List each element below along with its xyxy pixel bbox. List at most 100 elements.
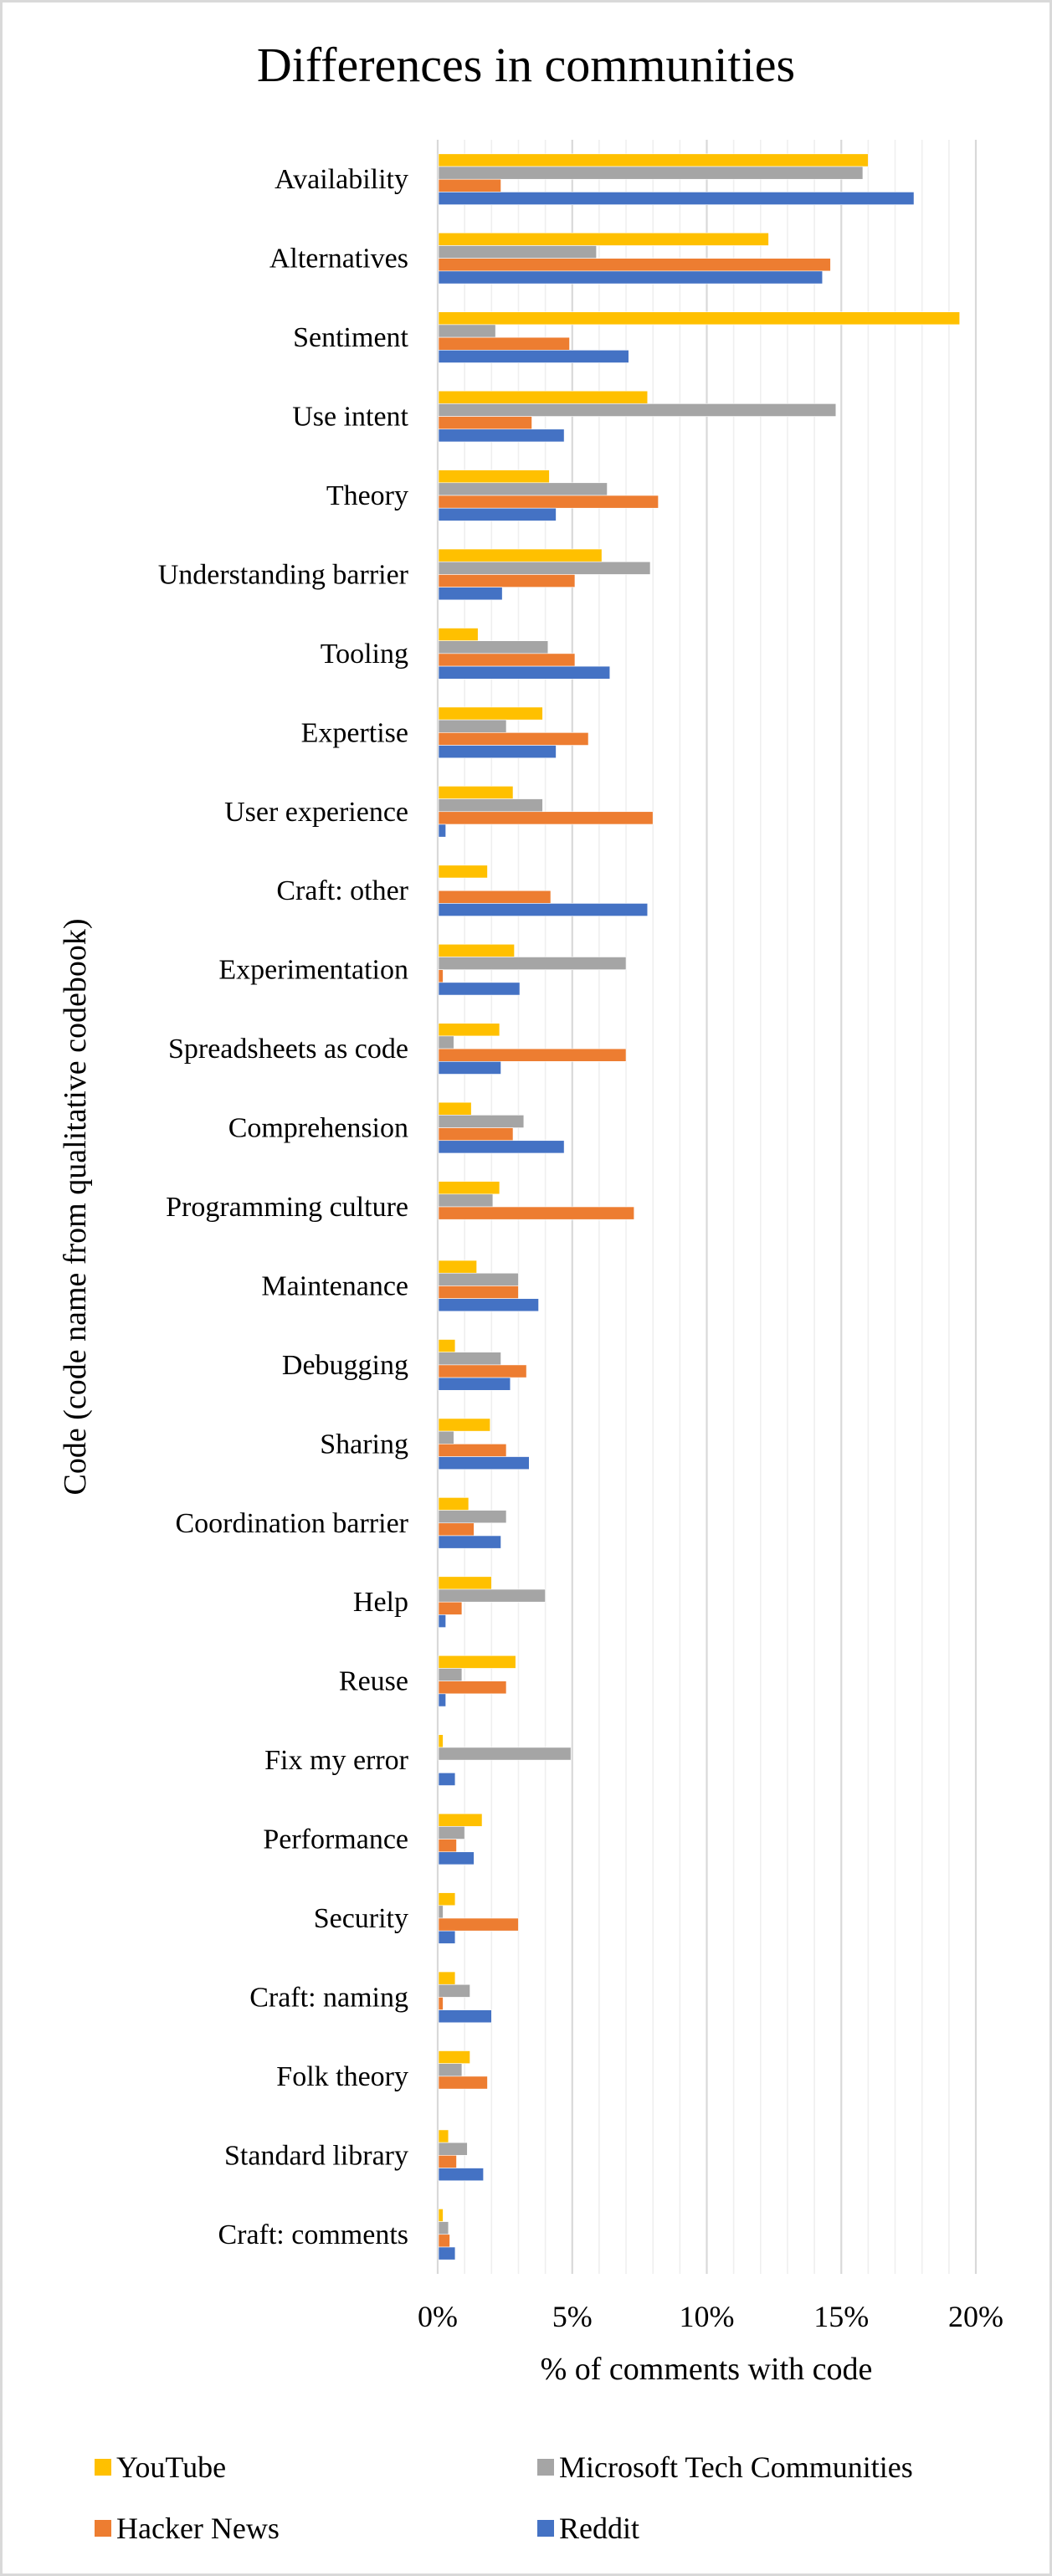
category-label-alternatives: Alternatives [269,244,408,275]
category-label-programming-culture: Programming culture [166,1192,408,1223]
bar-use-intent-reddit [438,428,565,443]
bar-performance-microsoft-tech-communities [438,1826,465,1840]
bar-debugging-microsoft-tech-communities [438,1352,501,1366]
bar-help-hacker-news [438,1601,463,1615]
bar-programming-culture-hacker-news [438,1206,634,1220]
category-label-reuse: Reuse [339,1666,408,1697]
category-label-use-intent: Use intent [292,402,408,433]
bar-theory-microsoft-tech-communities [438,482,608,496]
bar-craft-other-reddit [438,903,649,916]
bar-folk-theory-microsoft-tech-communities [438,2063,463,2077]
bar-experimentation-reddit [438,982,521,996]
bars [438,153,961,2260]
category-label-theory: Theory [326,480,408,511]
legend-label-youtube: YouTube [116,2450,227,2484]
bar-comprehension-reddit [438,1140,565,1154]
bar-understanding-barrier-reddit [438,587,503,601]
bar-security-microsoft-tech-communities [438,1905,444,1919]
bar-maintenance-youtube [438,1260,477,1274]
y-axis-title: Code (code name from qualitative codeboo… [58,918,93,1495]
bar-understanding-barrier-hacker-news [438,574,576,588]
bar-coordination-barrier-microsoft-tech-communities [438,1510,507,1524]
category-label-debugging: Debugging [282,1350,408,1381]
bar-alternatives-youtube [438,232,769,246]
bar-use-intent-hacker-news [438,416,532,430]
bar-tooling-reddit [438,665,611,680]
category-label-expertise: Expertise [301,717,408,748]
bar-standard-library-reddit [438,2168,484,2182]
bar-debugging-hacker-news [438,1364,527,1378]
bar-alternatives-microsoft-tech-communities [438,245,597,259]
x-tick-label: 15% [813,2300,869,2333]
legend-item-youtube: YouTube [95,2449,226,2486]
bar-maintenance-microsoft-tech-communities [438,1272,519,1286]
bar-coordination-barrier-hacker-news [438,1522,475,1537]
category-label-sharing: Sharing [320,1429,408,1460]
bar-experimentation-hacker-news [438,969,444,983]
bar-user-experience-reddit [438,824,446,838]
legend-swatch-youtube [95,2459,111,2476]
bar-user-experience-microsoft-tech-communities [438,798,543,813]
bar-reuse-youtube [438,1655,516,1669]
bar-security-hacker-news [438,1917,519,1932]
bar-security-reddit [438,1930,456,1944]
category-label-folk-theory: Folk theory [276,2061,408,2092]
bar-sentiment-reddit [438,350,629,363]
bar-spreadsheets-as-code-reddit [438,1061,501,1075]
bar-coordination-barrier-youtube [438,1497,470,1511]
bar-theory-reddit [438,507,557,521]
x-tick-label: 10% [680,2300,735,2333]
bar-maintenance-reddit [438,1298,539,1312]
bar-folk-theory-youtube [438,2050,470,2064]
bar-availability-hacker-news [438,178,501,192]
x-tick-label: 5% [552,2300,593,2333]
bar-availability-microsoft-tech-communities [438,166,864,180]
bar-alternatives-reddit [438,270,824,285]
bar-sentiment-hacker-news [438,336,570,351]
bar-sentiment-microsoft-tech-communities [438,324,496,338]
bar-help-reddit [438,1614,446,1628]
category-label-sentiment: Sentiment [293,322,408,353]
bar-comprehension-microsoft-tech-communities [438,1115,525,1128]
bar-maintenance-hacker-news [438,1285,519,1299]
bar-debugging-youtube [438,1339,456,1352]
bar-user-experience-youtube [438,786,514,799]
category-labels: Availability Alternatives Sentiment Use int… [158,164,409,2250]
x-tick-labels: 0% 5% 10% 15% 20% [418,2300,1003,2333]
category-label-user-experience: User experience [224,797,408,828]
bar-tooling-hacker-news [438,653,576,667]
category-label-craft-comments: Craft: comments [218,2219,408,2250]
bar-craft-naming-youtube [438,1971,456,1985]
bar-performance-hacker-news [438,1839,457,1853]
bar-help-youtube [438,1576,492,1590]
legend-item-hacker-news: Hacker News [95,2510,280,2547]
category-label-experimentation: Experimentation [218,955,408,986]
bar-folk-theory-hacker-news [438,2076,488,2090]
bar-spreadsheets-as-code-youtube [438,1023,500,1037]
legend-label-microsoft-tech-communities: Microsoft Tech Communities [559,2450,913,2484]
bar-fix-my-error-youtube [438,1734,444,1748]
bar-performance-reddit [438,1851,475,1865]
bar-standard-library-microsoft-tech-communities [438,2142,468,2156]
legend-item-microsoft-tech-communities: Microsoft Tech Communities [537,2449,913,2486]
bar-programming-culture-microsoft-tech-communities [438,1193,494,1208]
bar-sharing-youtube [438,1418,490,1432]
bar-tooling-microsoft-tech-communities [438,640,549,654]
bar-experimentation-microsoft-tech-communities [438,957,627,970]
category-label-security: Security [314,1903,408,1934]
category-label-tooling: Tooling [321,639,408,670]
category-label-understanding-barrier: Understanding barrier [158,559,409,590]
bar-craft-comments-youtube [438,2209,444,2222]
bar-standard-library-youtube [438,2129,449,2143]
bar-use-intent-microsoft-tech-communities [438,403,837,417]
bar-security-youtube [438,1892,456,1906]
legend-swatch-hacker-news [95,2520,111,2537]
category-label-maintenance: Maintenance [261,1270,408,1301]
bar-fix-my-error-microsoft-tech-communities [438,1747,572,1761]
bar-sharing-microsoft-tech-communities [438,1430,454,1445]
bar-expertise-hacker-news [438,732,589,746]
bar-standard-library-hacker-news [438,2155,457,2168]
bar-craft-naming-reddit [438,2009,492,2024]
category-label-craft-other: Craft: other [276,875,408,906]
x-tick-label: 20% [948,2300,1003,2333]
